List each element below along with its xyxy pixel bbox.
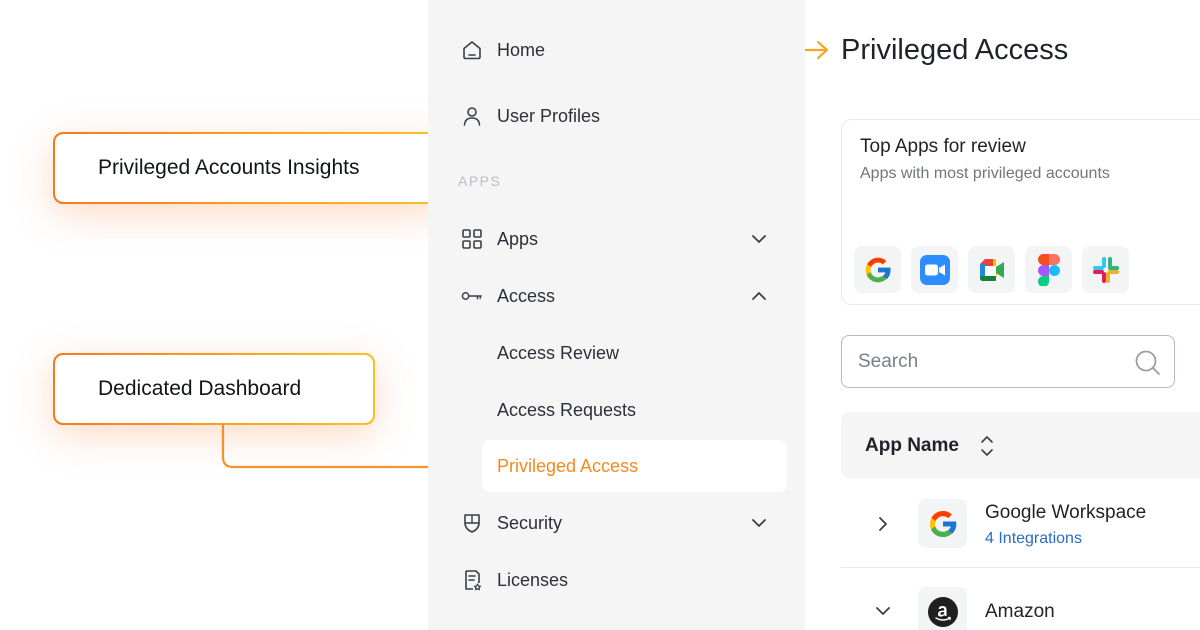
sidebar-item-label: Home [497, 39, 546, 60]
key-icon [461, 285, 483, 307]
top-app-google[interactable] [854, 246, 901, 293]
table-row[interactable]: Google Workspace 4 Integrations [841, 478, 1200, 568]
callout-label: Privileged Accounts Insights [98, 156, 360, 179]
integrations-link[interactable]: 4 Integrations [985, 530, 1082, 548]
callout-label: Dedicated Dashboard [98, 377, 302, 400]
sidebar-item-label: Licenses [497, 569, 569, 590]
chevron-down-icon[interactable] [750, 514, 768, 532]
table-header: App Name [841, 412, 1200, 478]
chevron-down-icon[interactable] [750, 230, 768, 248]
amazon-icon [927, 596, 958, 627]
search-input[interactable] [858, 348, 1118, 376]
sidebar-item-security[interactable]: Security [428, 503, 805, 543]
user-icon [461, 105, 483, 127]
sidebar-item-label: Privileged Access [497, 455, 639, 476]
sidebar-item-access-requests[interactable]: Access Requests [428, 390, 805, 430]
search-box [841, 335, 1175, 388]
sidebar-item-licenses[interactable]: Licenses [428, 560, 805, 600]
sidebar-item-user-profiles[interactable]: User Profiles [428, 96, 805, 136]
table-row[interactable]: Amazon [841, 568, 1200, 630]
figma-icon [1037, 253, 1060, 286]
license-icon [461, 569, 483, 591]
zoom-icon [919, 254, 950, 285]
sidebar-item-apps[interactable]: Apps [428, 219, 805, 259]
app-name[interactable]: Amazon [985, 601, 1055, 623]
google-icon [929, 510, 957, 537]
sidebar-item-label: Security [497, 512, 563, 533]
top-app-google-meet[interactable] [968, 246, 1015, 293]
top-apps-card: Top Apps for review Apps with most privi… [841, 119, 1200, 305]
top-app-slack[interactable] [1082, 246, 1129, 293]
app-logo [918, 587, 967, 630]
sidebar-item-label: Access Review [497, 342, 620, 363]
slack-icon [1092, 256, 1119, 283]
sidebar-item-access[interactable]: Access [428, 276, 805, 316]
sidebar-section-label: APPS [458, 173, 502, 189]
search-icon[interactable] [1134, 349, 1162, 377]
home-icon [461, 39, 483, 61]
sidebar-item-label: User Profiles [497, 105, 601, 126]
sidebar-item-label: Apps [497, 228, 539, 249]
column-header-app-name[interactable]: App Name [865, 435, 959, 457]
shield-icon [461, 512, 483, 534]
google-meet-icon [979, 258, 1004, 281]
chevron-up-icon[interactable] [750, 287, 768, 305]
card-subtitle: Apps with most privileged accounts [860, 165, 1110, 182]
sort-icon[interactable] [978, 433, 996, 459]
card-title: Top Apps for review [860, 136, 1026, 157]
callout-dedicated-dashboard: Dedicated Dashboard [53, 353, 375, 425]
sidebar-item-label: Access [497, 285, 556, 306]
sidebar-item-access-review[interactable]: Access Review [428, 333, 805, 373]
app-logo [918, 499, 967, 548]
sidebar-item-privileged-access[interactable]: Privileged Access [428, 446, 805, 486]
top-app-figma[interactable] [1025, 246, 1072, 293]
grid-icon [461, 228, 483, 250]
sidebar-item-label: Access Requests [497, 399, 637, 420]
page-title: Privileged Access [841, 34, 1069, 66]
callout-privileged-accounts-insights: Privileged Accounts Insights [53, 132, 446, 204]
chevron-down-icon[interactable] [875, 603, 891, 619]
app-name[interactable]: Google Workspace [985, 502, 1146, 524]
sidebar-item-home[interactable]: Home [428, 30, 805, 70]
insights-arrowhead [816, 40, 829, 60]
google-icon [865, 257, 891, 282]
sidebar: Home User Profiles APPS Apps Access Acce… [428, 0, 805, 630]
top-app-zoom[interactable] [911, 246, 958, 293]
chevron-right-icon[interactable] [875, 516, 891, 532]
